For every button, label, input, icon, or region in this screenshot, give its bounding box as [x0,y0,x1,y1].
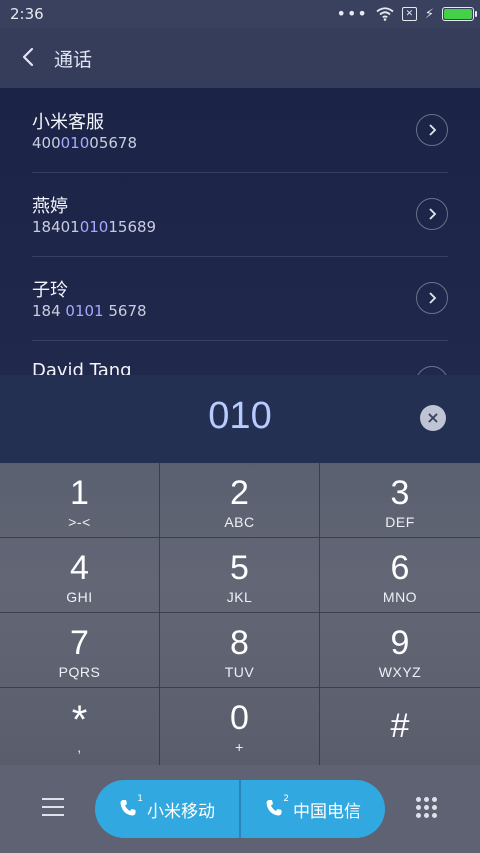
key-4[interactable]: 4 GHI [0,538,160,613]
contact-row[interactable]: 燕婷 1840101015689 [32,172,448,257]
contact-name: 燕婷 [32,196,68,217]
contact-results-list: 小米客服 40001005678 燕婷 1840101015689 子玲 184… [0,88,480,378]
key-9[interactable]: 9 WXYZ [320,613,480,688]
contact-detail-button[interactable] [416,198,448,230]
back-arrow-icon[interactable] [18,44,38,70]
contact-name: 子玲 [32,280,68,301]
menu-icon[interactable] [42,798,64,816]
phone-sim2-icon: 2 [265,794,289,819]
contact-row[interactable]: 小米客服 40001005678 [32,88,448,173]
charging-icon: ⚡ [424,6,434,22]
phone-sim1-icon: 1 [119,794,143,819]
status-bar: 2:36 ••• ✕ ⚡ [0,0,480,28]
clear-input-button[interactable]: × [420,405,446,431]
chevron-right-icon [429,292,437,304]
call-sim2-button[interactable]: 2 中国电信 [241,780,385,838]
key-8[interactable]: 8 TUV [160,613,320,688]
key-0[interactable]: 0 + [160,688,320,765]
sim1-label: 小米移动 [147,801,215,822]
key-2[interactable]: 2 ABC [160,463,320,538]
dialpad-toggle-icon[interactable] [416,797,438,819]
key-5[interactable]: 5 JKL [160,538,320,613]
status-icons: ••• ✕ ⚡ [336,4,477,23]
key-3[interactable]: 3 DEF [320,463,480,538]
call-sim1-button[interactable]: 1 小米移动 [95,780,241,838]
contact-row[interactable]: David Tang [32,340,448,378]
key-star[interactable]: *, [0,688,160,765]
dialed-number: 010 [208,395,272,437]
no-sim-icon: ✕ [401,7,417,21]
contact-row[interactable]: 子玲 184 0101 5678 [32,256,448,341]
key-6[interactable]: 6 MNO [320,538,480,613]
contact-number: 1840101015689 [32,218,157,236]
wifi-icon [376,7,394,21]
battery-icon [442,7,477,21]
contact-detail-button[interactable] [416,114,448,146]
contact-number: 184 0101 5678 [32,302,147,320]
sim2-label: 中国电信 [293,801,361,822]
page-title: 通话 [54,49,93,71]
chevron-right-icon [429,124,437,136]
key-hash[interactable]: # [320,688,480,765]
contact-name: 小米客服 [32,112,104,133]
app-header: 通话 [0,28,480,88]
dial-keypad: 1 >-< 2 ABC 3 DEF 4 GHI 5 JKL 6 MNO 7 PQRS 8 TUV… [0,463,480,765]
contact-detail-button[interactable] [416,282,448,314]
call-buttons: 1 小米移动 2 中国电信 [95,780,385,838]
bottom-action-bar: 1 小米移动 2 中国电信 [0,765,480,853]
status-time: 2:36 [10,5,44,23]
more-notifications-icon: ••• [336,4,368,23]
dial-input-area: 010 × [0,375,480,463]
key-1[interactable]: 1 >-< [0,463,160,538]
key-7[interactable]: 7 PQRS [0,613,160,688]
contact-number: 40001005678 [32,134,137,152]
chevron-right-icon [429,208,437,220]
